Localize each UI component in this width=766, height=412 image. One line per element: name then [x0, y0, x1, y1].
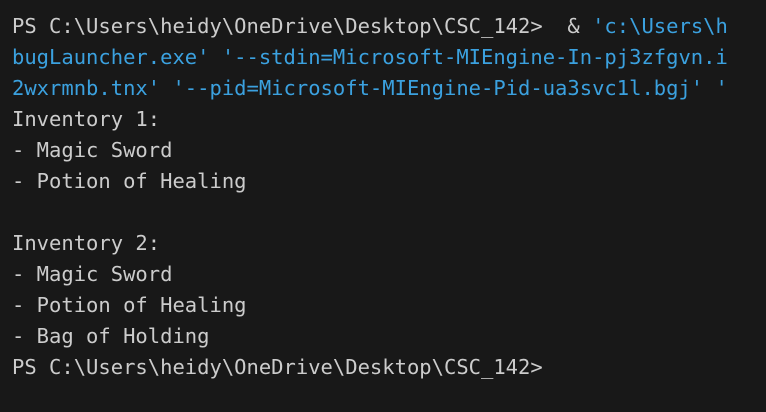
command-path: 'c:\Users\h [592, 14, 728, 38]
output-line: - Magic Sword [12, 138, 173, 162]
output-line: - Magic Sword [12, 262, 173, 286]
output-line: Inventory 1: [12, 107, 161, 131]
output-line: Inventory 2: [12, 231, 161, 255]
terminal-panel[interactable]: PS C:\Users\heidy\OneDrive\Desktop\CSC_1… [0, 0, 766, 412]
command-line-2: bugLauncher.exe' '--stdin=Microsoft-MIEn… [12, 45, 728, 69]
output-line: - Bag of Holding [12, 324, 210, 348]
command-line-3: 2wxrmnb.tnx' '--pid=Microsoft-MIEngine-P… [12, 76, 728, 100]
call-operator: & [542, 14, 593, 38]
prompt-line[interactable]: PS C:\Users\heidy\OneDrive\Desktop\CSC_1… [0, 352, 766, 383]
output-line: - Potion of Healing [12, 293, 247, 317]
output-line: - Potion of Healing [12, 169, 247, 193]
output-line-blank [0, 197, 766, 228]
prompt-text: PS C:\Users\heidy\OneDrive\Desktop\CSC_1… [12, 14, 543, 38]
command-line-1: PS C:\Users\heidy\OneDrive\Desktop\CSC_1… [0, 11, 766, 42]
